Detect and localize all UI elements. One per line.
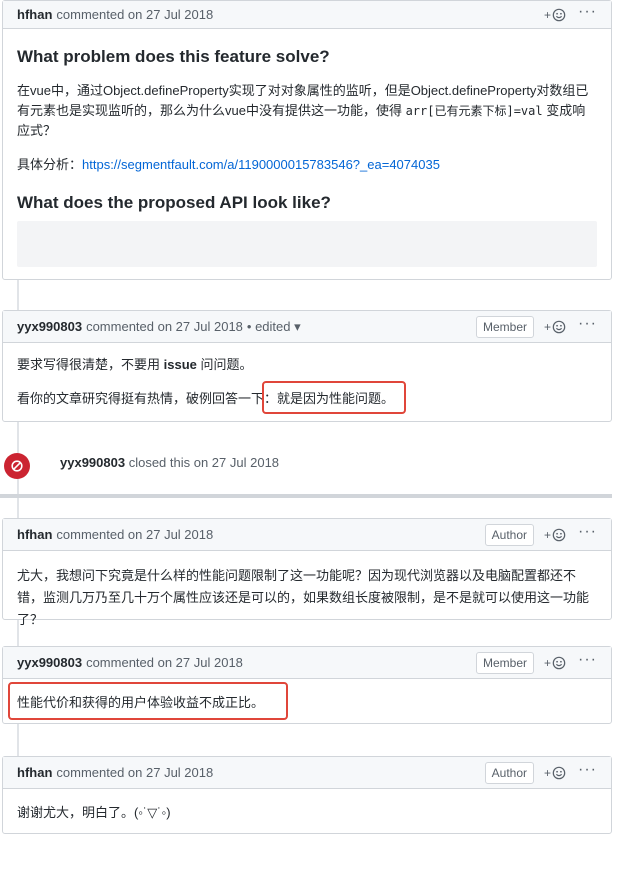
comment-paragraph: 看你的文章研究得挺有热情，破例回答一下：就是因为性能问题。 — [17, 391, 395, 406]
smiley-icon — [552, 320, 566, 333]
comment-author[interactable]: hfhan — [17, 7, 52, 22]
comment-paragraph: 谢谢尤大，明白了。(◦˙▽˙◦) — [17, 805, 171, 820]
comment-paragraph: 在vue中，通过Object.defineProperty实现了对对象属性的监听… — [17, 83, 589, 138]
plus-icon: + — [544, 7, 552, 22]
code-block-placeholder — [17, 221, 597, 267]
more-options-button[interactable]: ··· — [578, 761, 597, 781]
add-reaction-button[interactable]: + — [544, 528, 566, 542]
add-reaction-button[interactable]: + — [544, 766, 566, 780]
comment-author[interactable]: hfhan — [17, 765, 52, 780]
comment-header: yyx990803 commented on 27 Jul 2018 Membe… — [3, 647, 611, 679]
comment-timestamp[interactable]: commented on 27 Jul 2018 — [86, 319, 243, 334]
comment-paragraph: 要求写得很清楚，不要用 issue 问问题。 — [17, 357, 253, 372]
closed-event: yyx990803 closed this on 27 Jul 2018 — [60, 455, 279, 470]
smiley-icon — [552, 8, 566, 21]
comment-5: hfhan commented on 27 Jul 2018 Author + … — [2, 756, 612, 834]
timeline-line — [17, 498, 19, 518]
comment-paragraph: 尤大，我想问下究竟是什么样的性能问题限制了这一功能呢？因为现代浏览器以及电脑配置… — [17, 568, 590, 627]
edited-dropdown[interactable]: • edited ▾ — [247, 319, 301, 335]
comment-header: yyx990803 commented on 27 Jul 2018 • edi… — [3, 311, 611, 343]
comment-header: hfhan commented on 27 Jul 2018 + ··· — [3, 1, 611, 29]
more-options-button[interactable]: ··· — [578, 315, 597, 335]
timeline-line — [17, 280, 19, 310]
closed-icon — [4, 453, 30, 479]
event-text: closed this on 27 Jul 2018 — [128, 455, 280, 470]
comment-body: 谢谢尤大，明白了。(◦˙▽˙◦) — [3, 789, 611, 835]
add-reaction-button[interactable]: + — [544, 8, 566, 22]
plus-icon: + — [544, 765, 552, 780]
plus-icon: + — [544, 655, 552, 670]
comment-timestamp[interactable]: commented on 27 Jul 2018 — [56, 7, 213, 22]
author-badge: Author — [484, 523, 534, 546]
comment-author[interactable]: hfhan — [17, 527, 52, 542]
plus-icon: + — [544, 527, 552, 542]
comment-4: yyx990803 commented on 27 Jul 2018 Membe… — [2, 646, 612, 724]
timeline-divider — [0, 494, 612, 498]
add-reaction-button[interactable]: + — [544, 656, 566, 670]
comment-timestamp[interactable]: commented on 27 Jul 2018 — [56, 765, 213, 780]
comment-body: 性能代价和获得的用户体验收益不成正比。 — [3, 679, 611, 725]
highlighted-text: 性能代价和获得的用户体验收益不成正比。 — [17, 695, 265, 710]
comment-1: hfhan commented on 27 Jul 2018 + ··· Wha… — [2, 0, 612, 280]
comment-2: yyx990803 commented on 27 Jul 2018 • edi… — [2, 310, 612, 422]
comment-body: 尤大，我想问下究竟是什么样的性能问题限制了这一功能呢？因为现代浏览器以及电脑配置… — [3, 551, 611, 643]
more-options-button[interactable]: ··· — [578, 651, 597, 671]
analysis-link[interactable]: https://segmentfault.com/a/1190000015783… — [82, 157, 440, 172]
more-options-button[interactable]: ··· — [578, 3, 597, 23]
comment-author[interactable]: yyx990803 — [17, 319, 82, 334]
comment-timestamp[interactable]: commented on 27 Jul 2018 — [86, 655, 243, 670]
comment-author[interactable]: yyx990803 — [17, 655, 82, 670]
more-options-button[interactable]: ··· — [578, 523, 597, 543]
member-badge: Member — [475, 651, 534, 674]
comment-3: hfhan commented on 27 Jul 2018 Author + … — [2, 518, 612, 627]
smiley-icon — [552, 766, 566, 779]
section-heading: What problem does this feature solve? — [17, 47, 330, 66]
section-heading: What does the proposed API look like? — [17, 193, 331, 212]
member-badge: Member — [475, 315, 534, 338]
comment-body: 要求写得很清楚，不要用 issue 问问题。 看你的文章研究得挺有热情，破例回答… — [3, 343, 611, 421]
comment-header: hfhan commented on 27 Jul 2018 Author + … — [3, 757, 611, 789]
highlighted-text: 就是因为性能问题。 — [277, 391, 395, 406]
comment-body: What problem does this feature solve? 在v… — [3, 29, 611, 279]
plus-icon: + — [544, 319, 552, 334]
event-author[interactable]: yyx990803 — [60, 455, 125, 470]
timeline-line — [17, 620, 19, 646]
timeline-line — [17, 724, 19, 756]
comment-timestamp[interactable]: commented on 27 Jul 2018 — [56, 527, 213, 542]
smiley-icon — [552, 528, 566, 541]
smiley-icon — [552, 656, 566, 669]
analysis-line: 具体分析：https://segmentfault.com/a/11900000… — [17, 157, 440, 172]
author-badge: Author — [484, 761, 534, 784]
comment-header: hfhan commented on 27 Jul 2018 Author + … — [3, 519, 611, 551]
add-reaction-button[interactable]: + — [544, 320, 566, 334]
inline-code: arr[已有元素下标]=val — [405, 104, 543, 118]
